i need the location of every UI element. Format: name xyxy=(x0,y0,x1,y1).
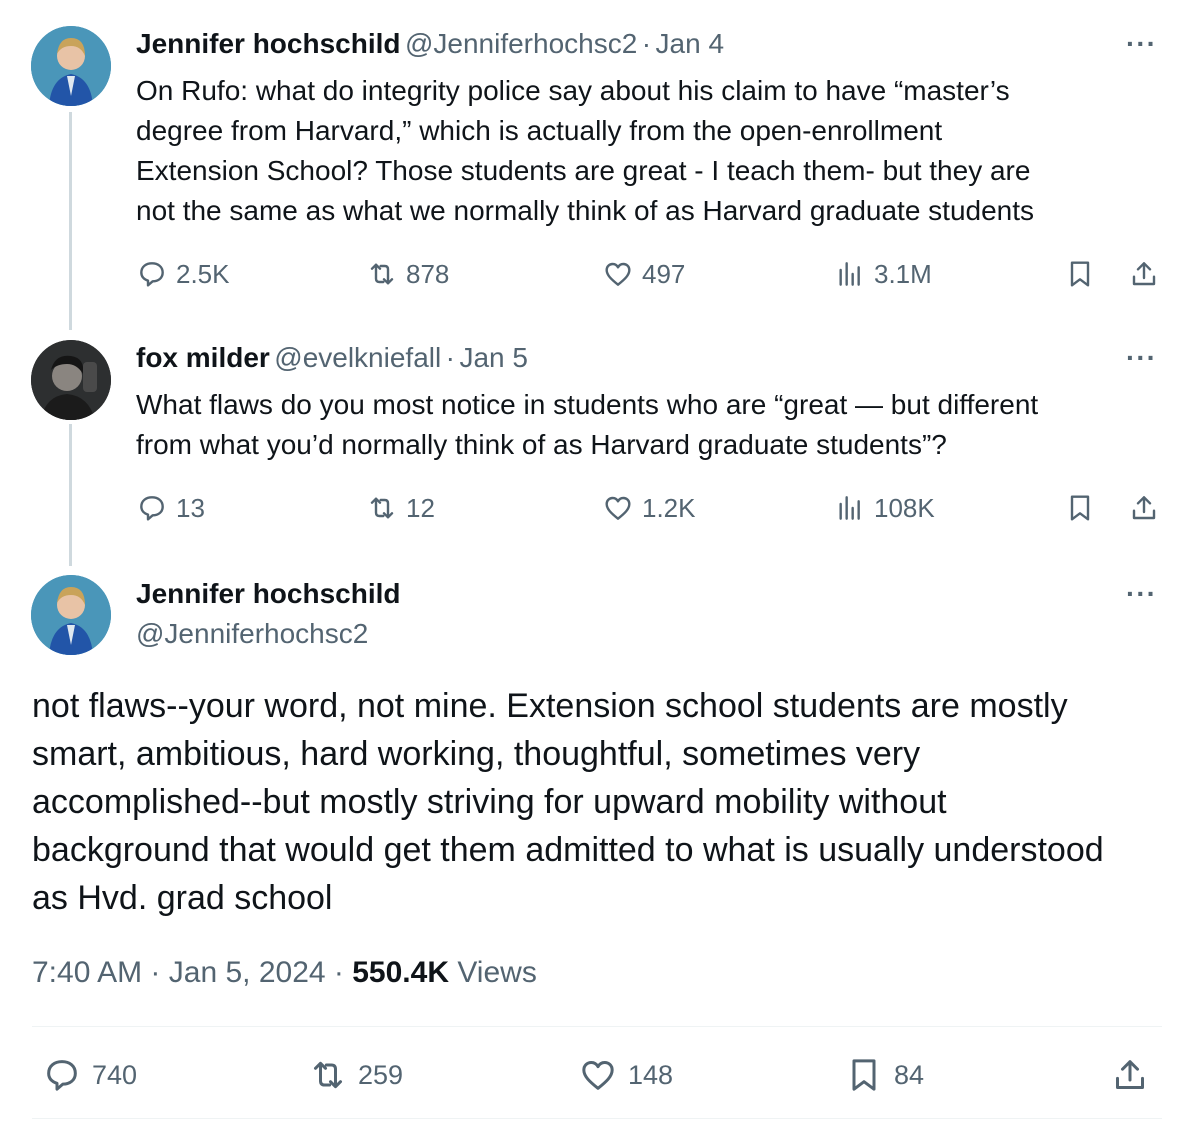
reply-icon xyxy=(140,496,164,521)
heart-icon xyxy=(605,262,631,286)
post-date[interactable]: Jan 4 xyxy=(656,28,725,59)
bookmark-button[interactable] xyxy=(1064,492,1096,524)
share-button[interactable] xyxy=(1128,258,1160,290)
separator: · xyxy=(333,956,344,989)
bookmark-count: 84 xyxy=(894,1059,925,1090)
bookmark-button[interactable] xyxy=(1064,258,1096,290)
text-line: degree from Harvard,” which is actually … xyxy=(136,115,943,146)
reply-count: 13 xyxy=(176,492,205,523)
bookmark-icon xyxy=(852,1059,876,1091)
bookmark-button[interactable]: 84 xyxy=(844,1055,924,1095)
repost-icon xyxy=(314,1061,342,1089)
avatar-image xyxy=(31,575,111,655)
share-icon xyxy=(1132,496,1156,520)
thread-line xyxy=(69,112,72,330)
reply-count: 740 xyxy=(92,1059,138,1090)
post-time[interactable]: 7:40 AM xyxy=(32,956,142,989)
more-options-button[interactable]: ··· xyxy=(1126,342,1157,374)
tweet1-header: Jennifer hochschild @Jenniferhochsc2 · J… xyxy=(136,28,724,60)
reply-button[interactable]: 2.5K xyxy=(136,258,230,290)
repost-button[interactable]: 12 xyxy=(366,492,435,524)
repost-icon xyxy=(370,497,394,519)
divider xyxy=(32,1026,1162,1027)
more-options-button[interactable]: ··· xyxy=(1126,28,1157,60)
tweet-text: What flaws do you most notice in student… xyxy=(136,385,1166,465)
author-name[interactable]: Jennifer hochschild xyxy=(136,28,401,59)
text-line: not flaws--your word, not mine. Extensio… xyxy=(32,687,1068,725)
post-date[interactable]: Jan 5, 2024 xyxy=(169,956,326,989)
repost-button[interactable]: 259 xyxy=(308,1055,403,1095)
avatar[interactable] xyxy=(31,26,111,106)
repost-count: 259 xyxy=(358,1059,404,1090)
divider xyxy=(32,1118,1162,1119)
view-count: 3.1M xyxy=(874,258,932,289)
text-line: On Rufo: what do integrity police say ab… xyxy=(136,75,1010,106)
author-handle[interactable]: @evelkniefall xyxy=(274,342,441,373)
separator: · xyxy=(445,342,455,373)
reply-button[interactable]: 13 xyxy=(136,492,205,524)
views-label: Views xyxy=(457,956,537,989)
author-name[interactable]: Jennifer hochschild xyxy=(136,578,401,610)
avatar[interactable] xyxy=(31,340,111,420)
avatar[interactable] xyxy=(31,575,111,655)
text-line: smart, ambitious, hard working, thoughtf… xyxy=(32,735,921,773)
repost-count: 878 xyxy=(406,258,450,289)
bookmark-icon xyxy=(1070,261,1090,287)
heart-icon xyxy=(582,1061,614,1090)
more-options-button[interactable]: ··· xyxy=(1126,578,1157,610)
text-line: from what you’d normally think of as Har… xyxy=(136,429,947,460)
text-line: accomplished--but mostly striving for up… xyxy=(32,783,947,821)
author-name[interactable]: fox milder xyxy=(136,342,270,373)
heart-icon xyxy=(605,496,631,520)
text-line: Extension School? Those students are gre… xyxy=(136,155,1031,186)
text-line: not the same as what we normally think o… xyxy=(136,195,1035,226)
avatar-image xyxy=(31,340,111,420)
author-handle[interactable]: @Jenniferhochsc2 xyxy=(405,28,637,59)
share-icon xyxy=(1132,262,1156,286)
like-count: 497 xyxy=(642,258,686,289)
timestamp-row: 7:40 AM · Jan 5, 2024 · 550.4K Views xyxy=(32,956,537,990)
thread-line xyxy=(69,424,72,566)
share-button[interactable] xyxy=(1128,492,1160,524)
text-line: background that would get them admitted … xyxy=(32,831,1104,869)
view-count: 108K xyxy=(874,492,935,523)
like-count: 1.2K xyxy=(642,492,696,523)
post-date[interactable]: Jan 5 xyxy=(459,342,528,373)
like-button[interactable]: 148 xyxy=(578,1055,673,1095)
analytics-icon xyxy=(839,262,860,286)
bookmark-icon xyxy=(1070,495,1090,521)
like-count: 148 xyxy=(628,1059,674,1090)
views-count: 550.4K xyxy=(352,956,449,989)
like-button[interactable]: 1.2K xyxy=(602,492,696,524)
share-button[interactable] xyxy=(1110,1055,1150,1095)
avatar-image xyxy=(31,26,111,106)
repost-icon xyxy=(370,263,394,285)
reply-button[interactable]: 740 xyxy=(42,1055,137,1095)
repost-button[interactable]: 878 xyxy=(366,258,449,290)
reply-icon xyxy=(140,262,164,287)
separator: · xyxy=(641,28,652,59)
separator: · xyxy=(150,956,161,989)
tweet-text: not flaws--your word, not mine. Extensio… xyxy=(32,682,1172,922)
text-line: What flaws do you most notice in student… xyxy=(136,389,1039,420)
like-button[interactable]: 497 xyxy=(602,258,685,290)
tweet-text: On Rufo: what do integrity police say ab… xyxy=(136,71,1166,231)
text-line: as Hvd. grad school xyxy=(32,879,333,917)
reply-icon xyxy=(47,1060,77,1091)
repost-count: 12 xyxy=(406,492,435,523)
author-handle[interactable]: @Jenniferhochsc2 xyxy=(136,618,368,650)
reply-count: 2.5K xyxy=(176,258,230,289)
views-button[interactable]: 3.1M xyxy=(834,258,932,290)
views-button[interactable]: 108K xyxy=(834,492,935,524)
analytics-icon xyxy=(839,496,860,520)
share-icon xyxy=(1116,1060,1144,1089)
tweet2-header: fox milder @evelkniefall · Jan 5 xyxy=(136,342,528,374)
